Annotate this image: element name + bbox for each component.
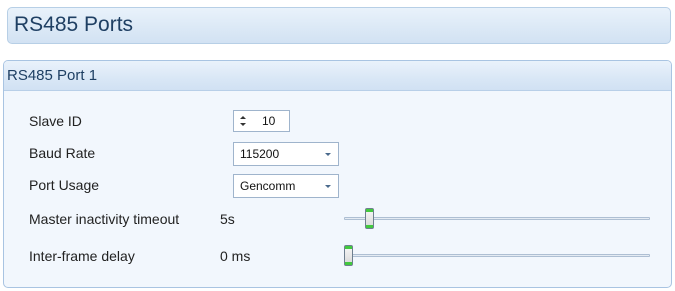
inter-frame-delay-value: 0 ms — [220, 248, 251, 264]
baud-rate-select[interactable]: 115200 — [233, 142, 339, 166]
slave-id-spinner[interactable]: 10 — [233, 110, 290, 132]
group-title: RS485 Port 1 — [7, 67, 98, 84]
baud-rate-value: 115200 — [240, 147, 280, 161]
rs485-ports-page: RS485 Ports RS485 Port 1 Slave ID 10 Bau… — [0, 0, 675, 291]
slave-id-label: Slave ID — [29, 113, 82, 129]
inter-frame-delay-label: Inter-frame delay — [29, 248, 135, 264]
master-inactivity-timeout-slider-thumb[interactable] — [365, 208, 374, 229]
page-title: RS485 Ports — [14, 13, 134, 36]
chevron-down-icon[interactable] — [321, 178, 335, 194]
port-usage-select[interactable]: Gencomm — [233, 174, 339, 198]
chevron-down-icon[interactable] — [321, 146, 335, 162]
spinner-arrows-icon[interactable] — [237, 113, 249, 129]
inter-frame-delay-slider-thumb[interactable] — [344, 245, 353, 266]
master-inactivity-timeout-value: 5s — [220, 211, 235, 227]
inter-frame-delay-track[interactable] — [344, 254, 650, 257]
baud-rate-label: Baud Rate — [29, 145, 96, 161]
rs485-port-1-group: RS485 Port 1 Slave ID 10 Baud Rate 11520… — [3, 60, 672, 288]
port-usage-label: Port Usage — [29, 177, 100, 193]
group-header: RS485 Port 1 — [4, 61, 671, 91]
master-inactivity-timeout-label: Master inactivity timeout — [29, 211, 180, 227]
master-inactivity-timeout-track[interactable] — [344, 217, 650, 220]
slave-id-value: 10 — [262, 114, 276, 128]
port-usage-value: Gencomm — [240, 179, 296, 193]
page-title-bar: RS485 Ports — [7, 7, 671, 44]
